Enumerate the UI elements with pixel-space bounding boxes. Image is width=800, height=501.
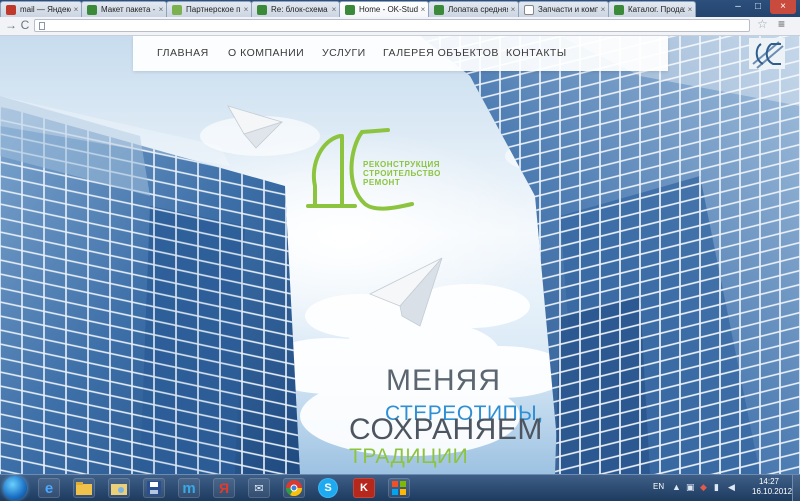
- browser-tab[interactable]: mail — Яндекс: наш ×: [0, 1, 82, 17]
- tab-close-icon[interactable]: ×: [71, 5, 81, 14]
- clock-time: 14:27: [758, 477, 780, 486]
- explorer-icon[interactable]: [108, 478, 130, 498]
- yandex-icon[interactable]: Я: [213, 478, 235, 498]
- tab-close-icon[interactable]: ×: [598, 5, 608, 14]
- start-button[interactable]: [3, 476, 27, 500]
- browser-tab[interactable]: Запчасти и компле ×: [518, 1, 609, 17]
- language-indicator[interactable]: EN: [653, 482, 664, 491]
- tab-favicon-icon: [524, 4, 534, 15]
- logo-text-line: Ремонт: [363, 178, 401, 187]
- tab-title: Re: блок-схема гла: [271, 5, 329, 14]
- address-bar-input[interactable]: [34, 19, 750, 32]
- logo-text-line: Строительство: [363, 169, 441, 178]
- bookmark-star-icon[interactable]: ☆: [757, 17, 768, 31]
- show-desktop-button[interactable]: [792, 475, 800, 501]
- browser-tab[interactable]: Каталог. Продажа ×: [608, 1, 696, 17]
- browser-tab-active[interactable]: Home - OK-Studios ×: [339, 1, 429, 17]
- tab-title: Лопатка средняя Р: [448, 5, 508, 14]
- nav-link-services[interactable]: Услуги: [322, 47, 366, 59]
- tab-favicon-icon: [614, 4, 624, 15]
- floppy-icon[interactable]: [143, 478, 165, 498]
- tab-title: Партнерское предл: [186, 5, 241, 14]
- clock-date: 16.10.2012: [752, 487, 793, 496]
- tray-arrow-icon[interactable]: ▲: [672, 482, 681, 492]
- tab-favicon-icon: [172, 4, 182, 15]
- tab-title: Макет пакета - allsh: [101, 5, 156, 14]
- app-icon[interactable]: [388, 478, 410, 498]
- minimize-button[interactable]: –: [728, 0, 748, 14]
- browser-tab[interactable]: Лопатка средняя Р ×: [428, 1, 519, 17]
- tab-close-icon[interactable]: ×: [508, 5, 518, 14]
- tab-favicon-icon: [87, 4, 97, 15]
- nav-logo-icon[interactable]: [749, 38, 785, 69]
- tab-favicon-icon: [345, 4, 355, 15]
- tab-close-icon[interactable]: ×: [685, 5, 695, 14]
- chrome-icon[interactable]: [283, 478, 305, 498]
- browser-tab[interactable]: Макет пакета - allsh ×: [81, 1, 167, 17]
- browser-menu-icon[interactable]: ≡: [778, 17, 785, 31]
- network-icon[interactable]: ▮: [714, 482, 719, 493]
- tab-title: Home - OK-Studios: [359, 5, 418, 14]
- tray-app-icon[interactable]: ▣: [686, 482, 695, 493]
- tab-favicon-icon: [6, 4, 16, 15]
- tab-close-icon[interactable]: ×: [241, 5, 251, 14]
- messenger-icon[interactable]: m: [178, 478, 200, 498]
- windows-taskbar: e m Я ✉ S K EN ▲ ▣ ◆ ▮ ◀ 14:27 16.10.201…: [0, 474, 800, 501]
- reload-button[interactable]: C: [18, 18, 32, 32]
- tab-favicon-icon: [257, 4, 267, 15]
- browser-tab[interactable]: Re: блок-схема гла ×: [251, 1, 340, 17]
- nav-link-about[interactable]: О компании: [228, 47, 304, 59]
- tray-security-icon[interactable]: ◆: [700, 482, 707, 493]
- page-icon: [39, 22, 45, 30]
- nav-link-home[interactable]: Главная: [157, 47, 209, 59]
- hero-tagline-line4: традиции: [349, 445, 469, 468]
- web-page: Главная О компании Услуги Галерея объект…: [0, 36, 800, 474]
- nav-link-contacts[interactable]: Контакты: [506, 47, 567, 59]
- close-window-button[interactable]: ×: [770, 0, 796, 14]
- ie-icon[interactable]: e: [38, 478, 60, 498]
- mail-icon[interactable]: ✉: [248, 478, 270, 498]
- tab-close-icon[interactable]: ×: [418, 5, 428, 14]
- back-button[interactable]: →: [4, 18, 18, 32]
- skype-icon[interactable]: S: [318, 478, 338, 498]
- maximize-button[interactable]: □: [748, 0, 768, 14]
- tab-close-icon[interactable]: ×: [156, 5, 166, 14]
- tab-favicon-icon: [434, 4, 444, 15]
- browser-tab-strip: mail — Яндекс: наш × Макет пакета - alls…: [0, 0, 800, 17]
- browser-toolbar: → C ☆ ≡: [0, 17, 800, 36]
- volume-icon[interactable]: ◀: [728, 482, 735, 493]
- system-clock[interactable]: 14:27 16.10.2012: [752, 477, 793, 497]
- hero-tagline-line3: сохраняем: [349, 413, 543, 446]
- site-navigation: Главная О компании Услуги Галерея объект…: [133, 36, 785, 71]
- browser-tab[interactable]: Партнерское предл ×: [166, 1, 252, 17]
- tab-title: mail — Яндекс: наш: [20, 5, 71, 14]
- tab-title: Запчасти и компле: [538, 5, 598, 14]
- hero-tagline-line1: Меняя: [386, 364, 501, 397]
- kaspersky-icon[interactable]: K: [353, 478, 375, 498]
- folder-icon[interactable]: [73, 478, 95, 498]
- tab-title: Каталог. Продажа: [628, 5, 685, 14]
- tab-close-icon[interactable]: ×: [329, 5, 339, 14]
- logo-text-line: Реконструкция: [363, 160, 440, 169]
- nav-link-gallery[interactable]: Галерея объектов: [383, 47, 499, 59]
